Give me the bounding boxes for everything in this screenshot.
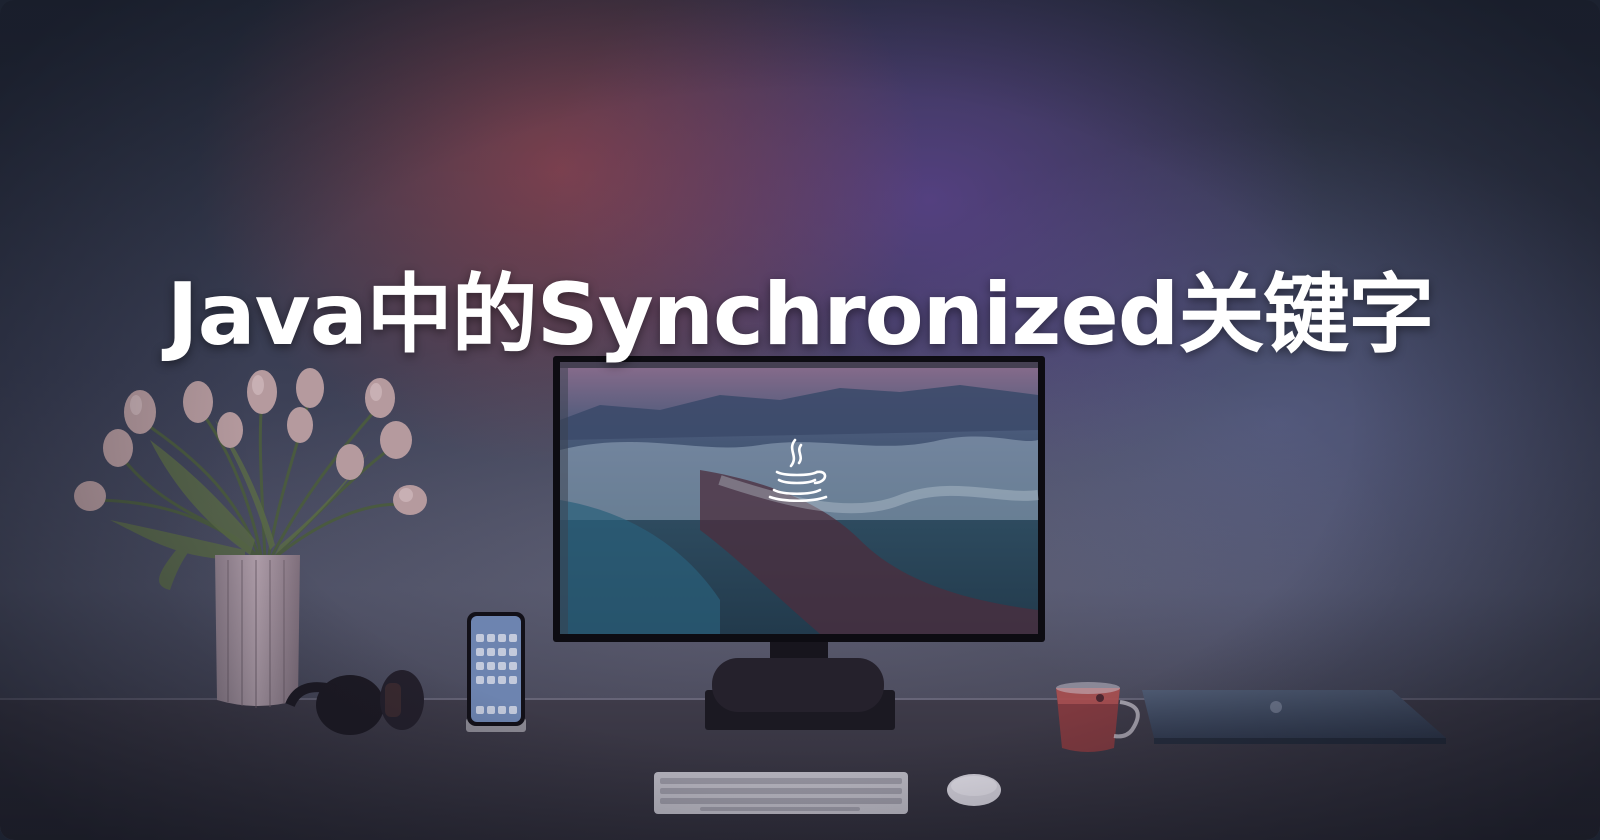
cover-banner: Java中的Synchronized关键字	[0, 0, 1600, 840]
page-title: Java中的Synchronized关键字	[166, 265, 1435, 365]
vignette-overlay	[0, 0, 1600, 840]
